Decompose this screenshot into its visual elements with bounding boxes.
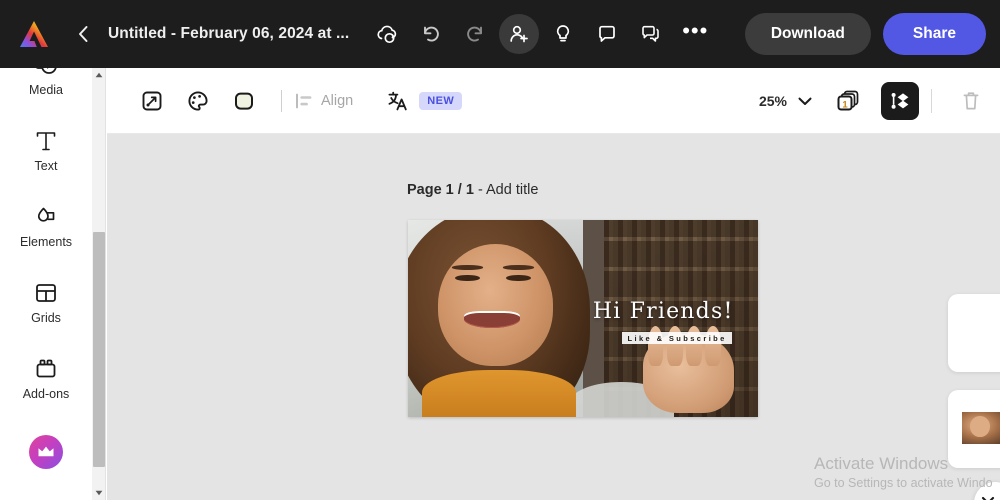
sidebar-item-premium[interactable] xyxy=(0,416,92,492)
toolbar-divider xyxy=(281,89,282,112)
align-button[interactable]: Align xyxy=(294,91,353,111)
layout-card-photo[interactable] xyxy=(948,390,1000,468)
download-button[interactable]: Download xyxy=(744,13,871,55)
canvas-area[interactable]: Page 1 / 1 - Add title Hi Friends! Like … xyxy=(107,134,1000,500)
tips-button[interactable] xyxy=(543,14,583,54)
undo-icon xyxy=(424,26,440,42)
back-button[interactable] xyxy=(68,14,98,54)
shape-icon xyxy=(235,92,253,110)
sidebar-scrollbar[interactable] xyxy=(92,68,106,500)
sidebar-item-label: Elements xyxy=(19,234,73,249)
elements-icon xyxy=(37,207,55,222)
animate-button[interactable] xyxy=(881,82,919,120)
zoom-dropdown-button[interactable] xyxy=(791,87,819,115)
app-logo[interactable] xyxy=(0,19,68,49)
animate-icon xyxy=(891,93,909,109)
page-title[interactable]: Page 1 / 1 - Add title xyxy=(407,182,538,198)
photo-subject-body xyxy=(422,369,576,417)
grids-icon xyxy=(36,283,56,302)
artwork-headline[interactable]: Hi Friends! xyxy=(593,299,734,324)
layout-card-thumbnail xyxy=(962,412,1000,444)
more-options-button[interactable]: ••• xyxy=(675,14,715,54)
sidebar-item-grids[interactable]: Grids xyxy=(0,264,92,340)
invite-collaborator-button[interactable] xyxy=(499,14,540,54)
lightbulb-icon xyxy=(557,25,570,42)
toolbar-right: 25% 1 xyxy=(759,68,990,134)
zoom-level-value[interactable]: 25% xyxy=(759,93,787,109)
photo-brow-left xyxy=(451,265,484,270)
text-icon xyxy=(36,131,56,150)
thumbnail-face xyxy=(970,416,990,437)
sidebar-item-media[interactable]: Media xyxy=(0,68,92,112)
scroll-down-arrow-icon[interactable] xyxy=(92,486,106,500)
sidebar-item-label: Grids xyxy=(31,310,61,325)
page-number-label: Page 1 / 1 xyxy=(407,182,474,198)
artboard[interactable]: Hi Friends! Like & Subscribe xyxy=(408,220,758,417)
left-sidebar: Media Text Elements Grids Add-ons xyxy=(0,68,92,500)
adobe-express-editor: Untitled - February 06, 2024 at ... ••• … xyxy=(0,0,1000,500)
addons-icon xyxy=(36,359,56,377)
context-toolbar: Align NEW 25% 1 xyxy=(107,68,1000,134)
sidebar-item-text[interactable]: Text xyxy=(0,112,92,188)
media-icon xyxy=(36,68,57,74)
translate-icon xyxy=(388,91,407,110)
artwork-subheadline[interactable]: Like & Subscribe xyxy=(622,332,732,345)
cloud-sync-button[interactable] xyxy=(367,14,407,54)
layout-card-blank[interactable] xyxy=(948,294,1000,372)
top-bar: Untitled - February 06, 2024 at ... ••• … xyxy=(0,0,1000,68)
color-palette-icon xyxy=(188,90,208,111)
cloud-sync-icon xyxy=(377,25,397,44)
pages-icon: 1 xyxy=(837,90,859,111)
add-title-label[interactable]: - Add title xyxy=(478,182,538,198)
color-button[interactable] xyxy=(179,82,217,120)
redo-button[interactable] xyxy=(455,14,495,54)
photo-subject-face xyxy=(437,243,554,366)
document-title[interactable]: Untitled - February 06, 2024 at ... xyxy=(108,25,349,43)
more-options-label: ••• xyxy=(682,18,709,43)
crown-glyph xyxy=(38,446,54,456)
trash-icon xyxy=(963,92,979,110)
undo-button[interactable] xyxy=(411,14,451,54)
chevron-left-icon xyxy=(78,26,87,42)
top-bar-right: Download Share xyxy=(744,0,986,68)
pages-button[interactable]: 1 xyxy=(829,82,869,120)
translate-button[interactable]: NEW xyxy=(387,90,463,112)
photo-brow-right xyxy=(502,265,534,270)
sidebar-item-addons[interactable]: Add-ons xyxy=(0,340,92,416)
chat-button[interactable] xyxy=(631,14,671,54)
shape-button[interactable] xyxy=(225,82,263,120)
share-button[interactable]: Share xyxy=(882,13,986,55)
sidebar-item-label: Add-ons xyxy=(22,386,70,401)
resize-icon xyxy=(142,91,162,110)
comments-button[interactable] xyxy=(587,14,627,54)
premium-crown-icon xyxy=(29,434,63,469)
toolbar-separator xyxy=(931,89,932,113)
sidebar-item-label: Text xyxy=(34,158,58,173)
chat-icon xyxy=(642,25,660,42)
adobe-express-logo xyxy=(20,21,48,47)
align-label: Align xyxy=(321,92,354,109)
photo-waving-hand xyxy=(642,326,734,414)
right-panel-cards xyxy=(948,294,1000,486)
align-icon xyxy=(296,93,312,108)
top-bar-actions: ••• xyxy=(367,14,715,54)
sidebar-item-elements[interactable]: Elements xyxy=(0,188,92,264)
comment-icon xyxy=(599,25,616,42)
new-badge: NEW xyxy=(419,91,463,110)
chevron-down-icon xyxy=(798,97,812,105)
close-icon xyxy=(981,496,995,500)
sidebar-item-label: Media xyxy=(28,82,64,97)
page-count-badge: 1 xyxy=(842,99,848,110)
sidebar-scrollbar-thumb[interactable] xyxy=(93,232,105,467)
add-collaborator-icon xyxy=(510,25,529,43)
resize-button[interactable] xyxy=(133,82,171,120)
redo-icon xyxy=(467,26,483,42)
left-sidebar-items: Media Text Elements Grids Add-ons xyxy=(0,68,92,492)
scroll-up-arrow-icon[interactable] xyxy=(92,68,106,82)
delete-button[interactable] xyxy=(952,82,990,120)
